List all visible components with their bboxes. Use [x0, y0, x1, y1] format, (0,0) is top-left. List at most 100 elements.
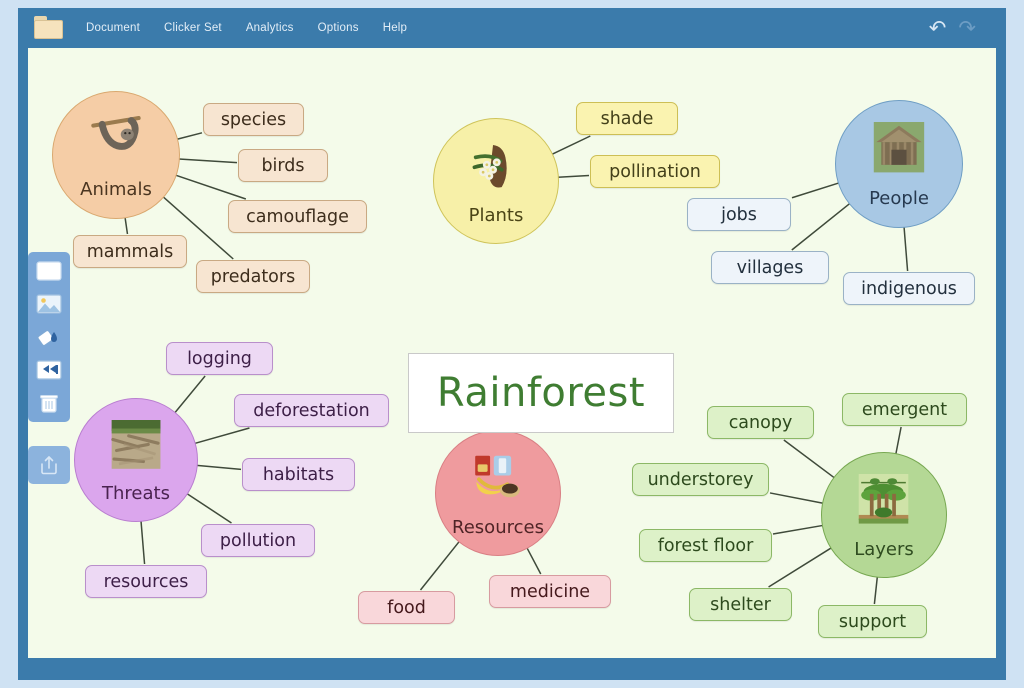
hub-label: Threats — [102, 482, 170, 504]
hub-plants[interactable]: Plants — [433, 118, 559, 244]
sloth-photo — [87, 113, 145, 163]
node-habitats[interactable]: habitats — [242, 458, 355, 491]
node-deforestation[interactable]: deforestation — [234, 394, 389, 427]
connector-resources-food — [419, 540, 460, 591]
node-label: pollution — [219, 530, 297, 551]
connector-people-indigenous — [903, 226, 909, 272]
node-pollution[interactable]: pollution — [201, 524, 315, 557]
node-label: medicine — [509, 581, 591, 602]
node-resources-node[interactable]: resources — [85, 565, 207, 598]
node-label: indigenous — [861, 278, 957, 299]
menu-item-analytics[interactable]: Analytics — [246, 22, 294, 34]
node-emergent[interactable]: emergent — [842, 393, 967, 426]
node-label: resources — [103, 571, 189, 592]
menu-item-help[interactable]: Help — [383, 22, 407, 34]
node-label: forest floor — [657, 535, 754, 556]
hub-resources[interactable]: Resources — [435, 430, 561, 556]
hub-layers[interactable]: Layers — [821, 452, 947, 578]
hub-label: Plants — [468, 204, 524, 226]
blank-card-tool[interactable] — [34, 258, 64, 284]
node-mammals[interactable]: mammals — [73, 235, 187, 268]
node-pollination[interactable]: pollination — [590, 155, 720, 188]
node-understorey[interactable]: understorey — [632, 463, 769, 496]
redo-icon[interactable]: ↷ — [958, 17, 976, 39]
node-support[interactable]: support — [818, 605, 927, 638]
node-shade[interactable]: shade — [576, 102, 678, 135]
node-label: deforestation — [253, 400, 370, 421]
node-logging[interactable]: logging — [166, 342, 273, 375]
hub-animals[interactable]: Animals — [52, 91, 180, 219]
node-villages[interactable]: villages — [711, 251, 829, 284]
rainforest-layers-photo — [855, 474, 912, 524]
connector-plants-shade — [551, 135, 591, 155]
node-label: predators — [210, 266, 296, 287]
connector-threats-pollution — [186, 492, 232, 524]
connector-layers-support — [873, 576, 879, 605]
connector-layers-shelter — [768, 547, 832, 588]
node-label: understorey — [647, 469, 754, 490]
node-predators[interactable]: predators — [196, 260, 310, 293]
connector-animals-mammals — [124, 217, 129, 235]
connector-layers-canopy — [783, 439, 835, 479]
page-title[interactable]: Rainforest — [408, 353, 674, 433]
node-label: support — [838, 611, 907, 632]
connector-animals-species — [176, 132, 203, 140]
connector-threats-deforestation — [194, 427, 250, 445]
page-title-text: Rainforest — [436, 370, 646, 416]
share-export-tool[interactable] — [34, 452, 64, 478]
node-label: mammals — [86, 241, 174, 262]
tool-palette-secondary — [28, 446, 70, 484]
node-label: habitats — [262, 464, 335, 485]
mindmap-canvas[interactable]: Animals Plants People Threats Resources Layer… — [28, 48, 996, 658]
folder-icon[interactable] — [34, 16, 64, 40]
food-photo — [469, 452, 526, 502]
node-jobs[interactable]: jobs — [687, 198, 791, 231]
node-medicine[interactable]: medicine — [489, 575, 611, 608]
node-shelter[interactable]: shelter — [689, 588, 792, 621]
node-label: emergent — [861, 399, 948, 420]
connector-layers-forest-floor — [772, 524, 824, 535]
menu-bar: Document Clicker Set Analytics Options H… — [18, 8, 1006, 48]
node-indigenous[interactable]: indigenous — [843, 272, 975, 305]
hub-label: Layers — [854, 538, 914, 560]
node-label: villages — [736, 257, 804, 278]
hub-people[interactable]: People — [835, 100, 963, 228]
tool-palette — [28, 252, 70, 422]
picture-tool[interactable] — [34, 291, 64, 317]
menu-items: Document Clicker Set Analytics Options H… — [86, 22, 407, 34]
node-species[interactable]: species — [203, 103, 304, 136]
deforestation-photo — [108, 419, 164, 469]
delete-tool[interactable] — [34, 390, 64, 416]
node-label: pollination — [609, 161, 701, 182]
connector-people-villages — [791, 202, 851, 251]
node-label: birds — [261, 155, 305, 176]
hub-label: Resources — [452, 516, 544, 538]
connector-resources-medicine — [526, 547, 542, 575]
node-label: jobs — [721, 204, 757, 225]
hub-label: Animals — [80, 179, 152, 201]
connector-animals-camouflage — [175, 174, 247, 200]
connector-threats-logging — [174, 375, 206, 414]
menu-item-clicker-set[interactable]: Clicker Set — [164, 22, 222, 34]
connector-layers-emergent — [895, 426, 902, 455]
node-label: species — [220, 109, 287, 130]
node-label: camouflage — [246, 206, 349, 227]
undo-icon[interactable]: ↶ — [929, 17, 947, 39]
node-canopy[interactable]: canopy — [707, 406, 814, 439]
node-camouflage[interactable]: camouflage — [228, 200, 367, 233]
connector-animals-birds — [178, 158, 238, 164]
hut-photo — [870, 122, 928, 173]
node-label: canopy — [728, 412, 793, 433]
node-birds[interactable]: birds — [238, 149, 328, 182]
node-label: logging — [187, 348, 252, 369]
sound-tool[interactable] — [34, 357, 64, 383]
node-food[interactable]: food — [358, 591, 455, 624]
paint-fill-tool[interactable] — [34, 324, 64, 350]
menu-item-options[interactable]: Options — [318, 22, 359, 34]
node-label: food — [387, 597, 426, 618]
hub-label: People — [869, 188, 929, 210]
menu-item-document[interactable]: Document — [86, 22, 140, 34]
hub-threats[interactable]: Threats — [74, 398, 198, 522]
node-forest-floor[interactable]: forest floor — [639, 529, 772, 562]
connector-threats-habitats — [196, 464, 242, 471]
